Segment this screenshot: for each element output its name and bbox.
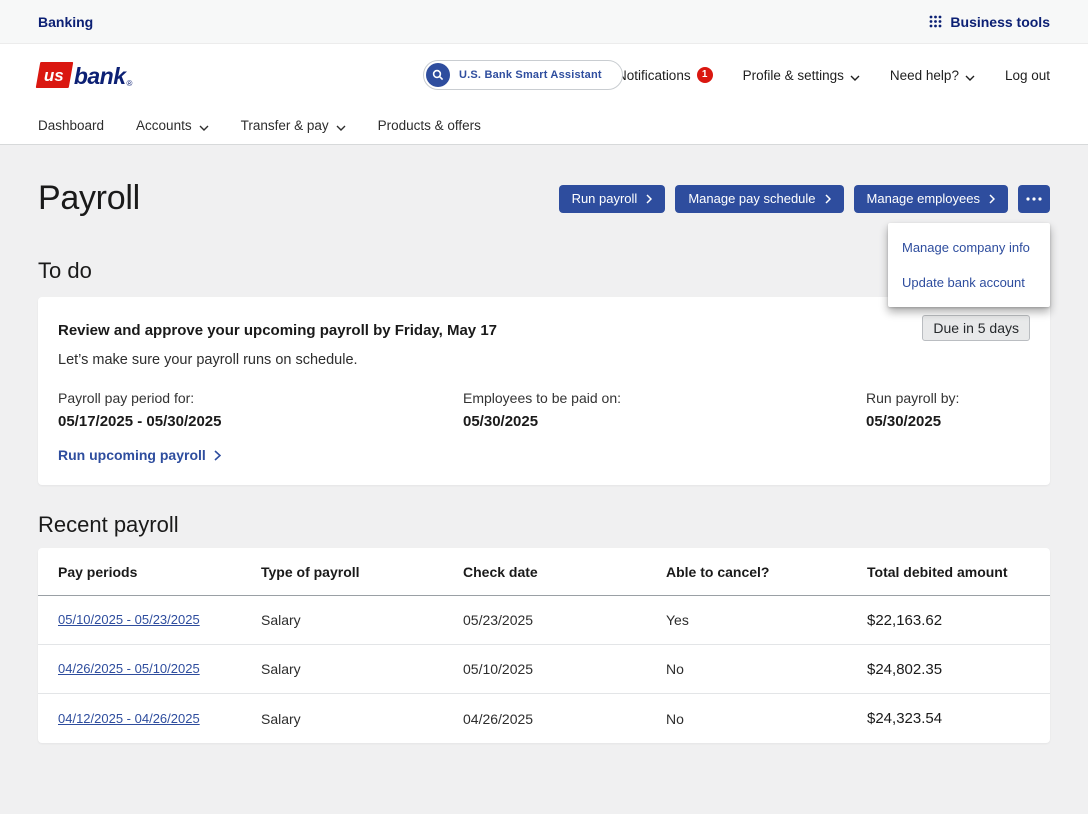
notification-count-badge: 1: [697, 67, 713, 83]
pay-period-link[interactable]: 04/12/2025 - 04/26/2025: [58, 711, 200, 726]
more-actions-button[interactable]: [1018, 185, 1050, 213]
top-utility-bar: Banking Business tools: [0, 0, 1088, 44]
todo-details: Payroll pay period for: 05/17/2025 - 05/…: [58, 390, 1030, 430]
run-upcoming-payroll-label: Run upcoming payroll: [58, 447, 206, 463]
usbank-flag-icon: us: [36, 62, 73, 88]
table-header-row: Pay periods Type of payroll Check date A…: [38, 548, 1050, 596]
amount-cell: $24,323.54: [867, 710, 1031, 727]
header: us bank ® U.S. Bank Smart Assistant Noti…: [0, 44, 1088, 106]
main-content: Payroll Run payroll Manage pay schedule …: [0, 179, 1088, 743]
chevron-right-icon: [646, 194, 652, 204]
chevron-right-icon: [989, 194, 995, 204]
banking-link[interactable]: Banking: [38, 14, 93, 30]
nav-item-dashboard[interactable]: Dashboard: [38, 118, 104, 133]
cancel-cell: Yes: [666, 612, 867, 628]
primary-nav: Dashboard Accounts Transfer & pay Produc…: [0, 106, 1088, 145]
table-row: 04/26/2025 - 05/10/2025 Salary 05/10/202…: [38, 645, 1050, 694]
table-row: 05/10/2025 - 05/23/2025 Salary 05/23/202…: [38, 596, 1050, 645]
header-links: Notifications 1 Profile & settings Need …: [617, 67, 1050, 84]
logout-link[interactable]: Log out: [1005, 68, 1050, 83]
business-tools-link[interactable]: Business tools: [929, 14, 1050, 30]
check-date-cell: 04/26/2025: [463, 711, 666, 727]
todo-title: Review and approve your upcoming payroll…: [58, 315, 497, 339]
todo-subtitle: Let’s make sure your payroll runs on sch…: [58, 352, 1030, 368]
business-tools-label: Business tools: [950, 14, 1050, 30]
paid-on-value: 05/30/2025: [463, 413, 866, 430]
profile-settings-link[interactable]: Profile & settings: [743, 67, 860, 84]
nav-label-products-offers: Products & offers: [378, 118, 481, 133]
chevron-down-icon: [199, 119, 209, 134]
menu-item-update-bank-account[interactable]: Update bank account: [888, 265, 1050, 300]
todo-card: Review and approve your upcoming payroll…: [38, 297, 1050, 485]
recent-payroll-heading: Recent payroll: [38, 512, 1050, 538]
usbank-wordmark: bank: [74, 65, 126, 88]
col-header-check-date: Check date: [463, 564, 666, 580]
run-by-label: Run payroll by:: [866, 390, 1030, 406]
nav-label-accounts: Accounts: [136, 118, 192, 133]
run-by-column: Run payroll by: 05/30/2025: [866, 390, 1030, 430]
page-actions: Run payroll Manage pay schedule Manage e…: [559, 185, 1050, 213]
chevron-down-icon: [850, 69, 860, 84]
check-date-cell: 05/23/2025: [463, 612, 666, 628]
menu-item-manage-company-info[interactable]: Manage company info: [888, 230, 1050, 265]
notifications-link[interactable]: Notifications 1: [617, 67, 713, 83]
notifications-label: Notifications: [617, 68, 691, 83]
run-upcoming-payroll-link[interactable]: Run upcoming payroll: [58, 447, 221, 463]
usbank-logo[interactable]: us bank ®: [38, 62, 132, 88]
manage-employees-button[interactable]: Manage employees: [854, 185, 1008, 213]
run-payroll-button[interactable]: Run payroll: [559, 185, 666, 213]
search-icon: [426, 63, 450, 87]
nav-item-accounts[interactable]: Accounts: [136, 117, 209, 134]
check-date-cell: 05/10/2025: [463, 661, 666, 677]
ellipsis-icon: [1026, 197, 1042, 201]
nav-label-transfer-pay: Transfer & pay: [241, 118, 329, 133]
type-cell: Salary: [261, 612, 463, 628]
nav-label-dashboard: Dashboard: [38, 118, 104, 133]
type-cell: Salary: [261, 661, 463, 677]
table-row: 04/12/2025 - 04/26/2025 Salary 04/26/202…: [38, 694, 1050, 743]
chevron-right-icon: [214, 450, 221, 461]
nav-item-transfer-pay[interactable]: Transfer & pay: [241, 117, 346, 134]
recent-payroll-table: Pay periods Type of payroll Check date A…: [38, 548, 1050, 743]
cancel-cell: No: [666, 661, 867, 677]
grid-icon: [929, 15, 942, 28]
pay-period-link[interactable]: 05/10/2025 - 05/23/2025: [58, 612, 200, 627]
chevron-right-icon: [825, 194, 831, 204]
amount-cell: $24,802.35: [867, 661, 1031, 678]
manage-employees-label: Manage employees: [867, 191, 980, 206]
manage-pay-schedule-button[interactable]: Manage pay schedule: [675, 185, 843, 213]
run-payroll-label: Run payroll: [572, 191, 638, 206]
more-actions-menu: Manage company info Update bank account: [888, 223, 1050, 307]
pay-period-value: 05/17/2025 - 05/30/2025: [58, 413, 463, 430]
page-header: Payroll Run payroll Manage pay schedule …: [38, 179, 1050, 218]
need-help-label: Need help?: [890, 68, 959, 83]
due-badge: Due in 5 days: [922, 315, 1030, 341]
chevron-down-icon: [965, 69, 975, 84]
cancel-cell: No: [666, 711, 867, 727]
manage-pay-schedule-label: Manage pay schedule: [688, 191, 815, 206]
run-by-value: 05/30/2025: [866, 413, 1030, 430]
profile-settings-label: Profile & settings: [743, 68, 844, 83]
type-cell: Salary: [261, 711, 463, 727]
search-label: U.S. Bank Smart Assistant: [459, 69, 602, 81]
need-help-link[interactable]: Need help?: [890, 67, 975, 84]
chevron-down-icon: [336, 119, 346, 134]
col-header-pay-periods: Pay periods: [58, 564, 261, 580]
pay-period-link[interactable]: 04/26/2025 - 05/10/2025: [58, 661, 200, 676]
pay-period-label: Payroll pay period for:: [58, 390, 463, 406]
col-header-amount: Total debited amount: [867, 564, 1030, 580]
smart-assistant-search[interactable]: U.S. Bank Smart Assistant: [423, 60, 623, 90]
col-header-cancel: Able to cancel?: [666, 564, 867, 580]
paid-on-label: Employees to be paid on:: [463, 390, 866, 406]
registered-mark: ®: [127, 79, 133, 88]
page-title: Payroll: [38, 179, 140, 218]
paid-on-column: Employees to be paid on: 05/30/2025: [463, 390, 866, 430]
pay-period-column: Payroll pay period for: 05/17/2025 - 05/…: [58, 390, 463, 430]
nav-item-products-offers[interactable]: Products & offers: [378, 118, 481, 133]
amount-cell: $22,163.62: [867, 612, 1031, 629]
logout-label: Log out: [1005, 68, 1050, 83]
col-header-type: Type of payroll: [261, 564, 463, 580]
